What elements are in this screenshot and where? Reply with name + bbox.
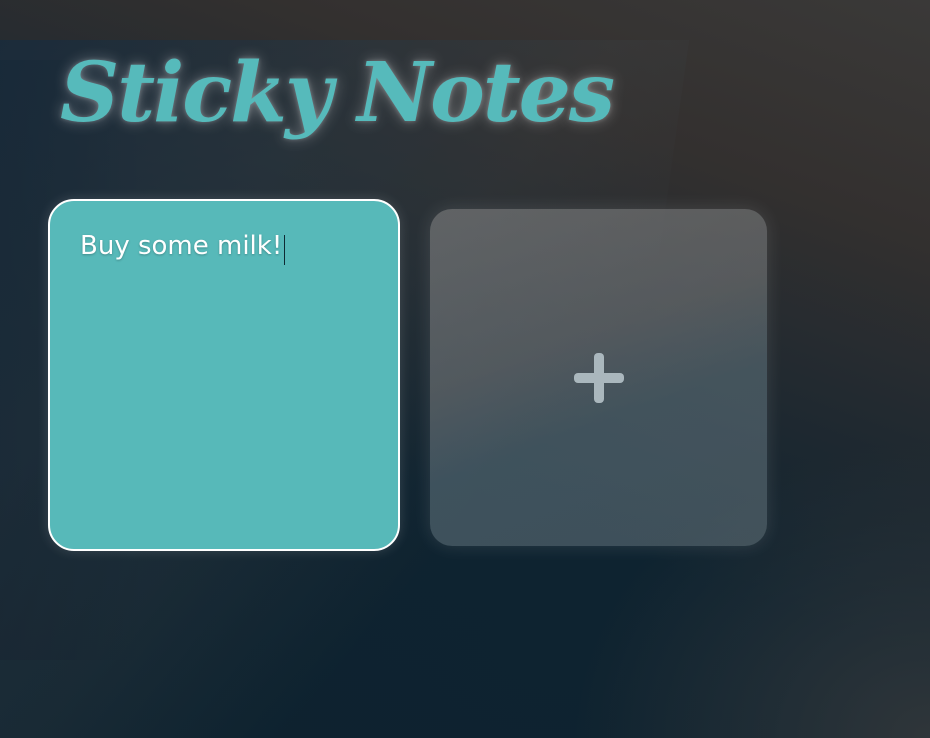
notes-container: Buy some milk!	[48, 199, 767, 551]
plus-icon	[573, 352, 624, 403]
sticky-note[interactable]: Buy some milk!	[48, 199, 400, 551]
add-note-button[interactable]	[430, 209, 767, 546]
app-title: Sticky Notes	[60, 45, 615, 141]
text-caret	[284, 234, 286, 265]
note-text[interactable]: Buy some milk!	[80, 231, 282, 261]
